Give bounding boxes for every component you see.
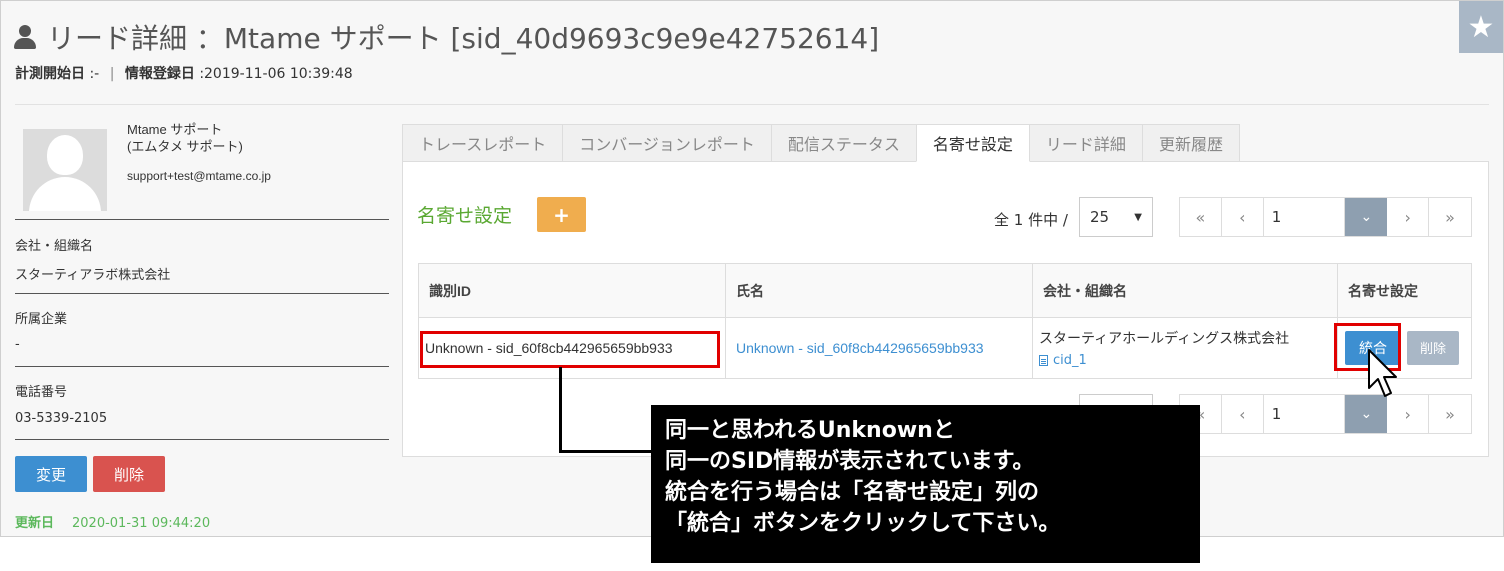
affiliation-label: 所属企業: [15, 312, 68, 327]
prev-page-button[interactable]: ‹: [1222, 198, 1264, 236]
meta-start-label: 計測開始日: [15, 66, 85, 82]
meta-start-value: :-: [89, 66, 100, 82]
profile-divider: [15, 219, 389, 220]
tab-delivery-status[interactable]: 配信ステータス: [770, 124, 917, 162]
row-name-link[interactable]: Unknown - sid_60f8cb442965659bb933: [736, 340, 984, 356]
meta-registered-value: :2019-11-06 10:39:48: [199, 66, 353, 82]
instruction-callout: 同一と思われるUnknownと 同一のSID情報が表示されています。 統合を行う…: [651, 405, 1200, 563]
col-header-merge-setting: 名寄せ設定: [1337, 263, 1472, 318]
chevron-down-icon: ⌄: [1360, 209, 1373, 225]
row-cid: cid_1: [1053, 352, 1087, 368]
page-title: リード詳細 ：Mtame サポート [sid_40d9693c9e9e42752…: [13, 17, 879, 57]
profile-name-line2: (エムタメ サポート): [127, 139, 243, 154]
mouse-pointer-icon: [1368, 349, 1397, 397]
section-title: 名寄せ設定: [417, 205, 513, 227]
tab-name-merge[interactable]: 名寄せ設定: [915, 124, 1030, 162]
per-page-select[interactable]: 25 ▼: [1079, 197, 1153, 237]
prev-page-button[interactable]: ‹: [1222, 395, 1264, 433]
delete-lead-button[interactable]: 削除: [93, 456, 165, 492]
caret-down-icon: ▼: [1134, 211, 1142, 223]
lead-tabs: トレースレポート コンバージョンレポート 配信ステータス 名寄せ設定 リード詳細…: [402, 124, 1240, 162]
add-button[interactable]: +: [537, 197, 586, 232]
row-company: スターティアホールディングス株式会社: [1039, 330, 1290, 347]
lead-meta: 計測開始日 :- | 情報登録日 :2019-11-06 10:39:48: [15, 63, 353, 83]
page-title-text: リード詳細 ：Mtame サポート [sid_40d9693c9e9e42752…: [47, 22, 880, 55]
callout-line-2: 同一のSID情報が表示されています。: [665, 449, 1035, 474]
col-header-company: 会社・組織名: [1032, 263, 1338, 318]
row-cid-link[interactable]: cid_1: [1039, 353, 1327, 368]
phone-label: 電話番号: [15, 385, 68, 400]
profile-email: support+test@mtame.co.jp: [127, 169, 271, 183]
company-label: 会社・組織名: [15, 239, 94, 254]
row-delete-button[interactable]: 削除: [1407, 330, 1459, 365]
per-page-value: 25: [1090, 208, 1110, 226]
callout-line-3: 統合を行う場合は「名寄せ設定」列の: [665, 480, 1040, 505]
pagination-bottom: « ‹ 1 ⌄ › »: [1179, 394, 1472, 434]
callout-line-4: 「統合」ボタンをクリックして下さい。: [665, 511, 1061, 536]
edit-button[interactable]: 変更: [15, 456, 87, 492]
meta-separator: |: [109, 66, 115, 82]
field-divider: [15, 366, 389, 367]
first-page-button[interactable]: «: [1180, 198, 1222, 236]
star-icon: ★: [1467, 9, 1495, 45]
last-page-button[interactable]: »: [1429, 198, 1471, 236]
callout-connector-horizontal: [559, 450, 653, 453]
field-divider: [15, 293, 389, 294]
next-page-button[interactable]: ›: [1387, 198, 1430, 236]
meta-registered-label: 情報登録日: [124, 66, 195, 82]
result-count: 全 1 件中 /: [994, 211, 1068, 229]
tab-conversion-report[interactable]: コンバージョンレポート: [562, 124, 772, 162]
page-input[interactable]: 1: [1264, 198, 1346, 236]
updated-at: 更新日 2020-01-31 09:44:20: [15, 512, 210, 531]
affiliation-value: -: [15, 337, 20, 352]
col-header-name: 氏名: [725, 263, 1033, 318]
phone-value: 03-5339-2105: [15, 411, 108, 426]
tab-lead-detail[interactable]: リード詳細: [1028, 124, 1143, 162]
last-page-button[interactable]: »: [1429, 395, 1471, 433]
field-divider: [15, 439, 389, 440]
updated-value: 2020-01-31 09:44:20: [72, 516, 211, 531]
page-dropdown-button[interactable]: ⌄: [1345, 198, 1388, 236]
id-highlight-box: [420, 331, 720, 368]
callout-line-1: 同一と思われるUnknownと: [665, 418, 955, 443]
favorite-star-button[interactable]: ★: [1459, 1, 1503, 53]
col-header-id: 識別ID: [418, 263, 726, 318]
tab-update-history[interactable]: 更新履歴: [1141, 124, 1240, 162]
document-icon: [1039, 354, 1048, 366]
header-divider: [15, 104, 1489, 105]
tab-trace-report[interactable]: トレースレポート: [402, 124, 564, 162]
profile-name-line1: Mtame サポート: [127, 122, 223, 137]
chevron-down-icon: ⌄: [1360, 406, 1373, 422]
user-icon: [13, 23, 37, 51]
updated-label: 更新日: [15, 516, 55, 531]
company-value: スターティアラボ株式会社: [15, 268, 171, 283]
page-input[interactable]: 1: [1264, 395, 1346, 433]
pagination-top: « ‹ 1 ⌄ › »: [1179, 197, 1472, 237]
profile-name: Mtame サポート (エムタメ サポート): [127, 121, 243, 155]
avatar: [23, 129, 107, 211]
table-header-row: 識別ID 氏名 会社・組織名 名寄せ設定: [418, 263, 1472, 318]
callout-connector-vertical: [559, 367, 562, 453]
